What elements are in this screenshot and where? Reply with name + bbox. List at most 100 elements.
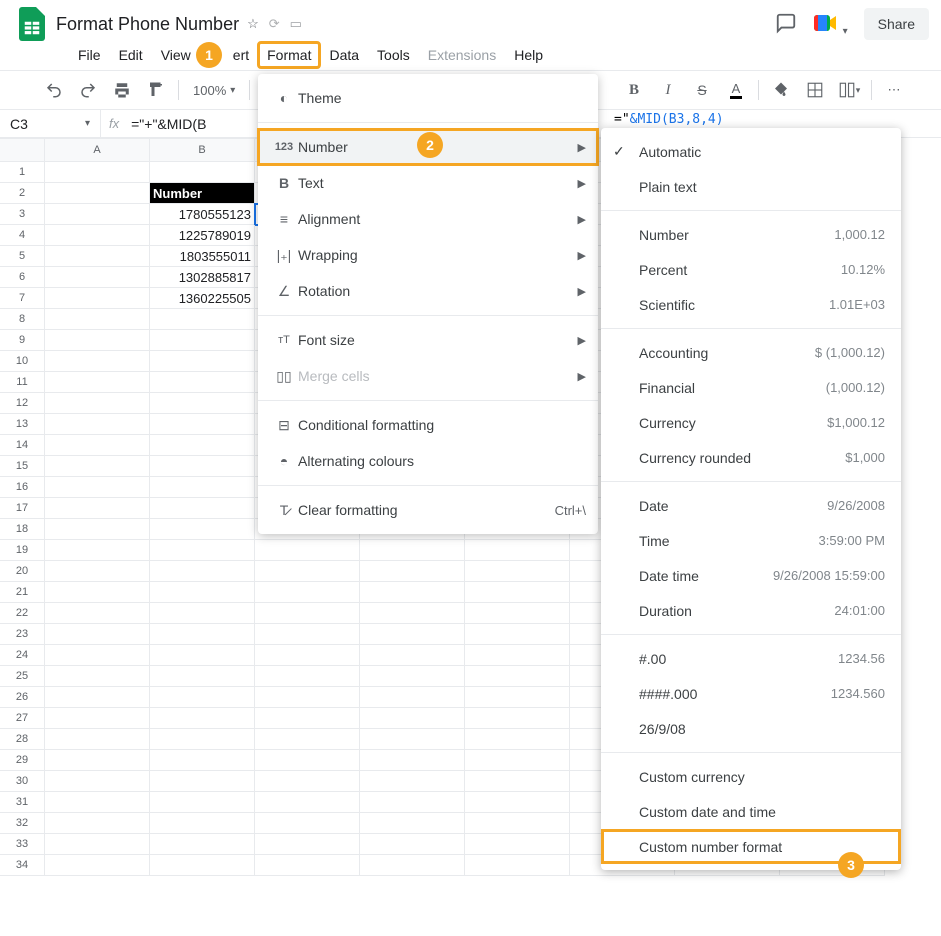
- menu-item-alternating-colours[interactable]: ◓Alternating colours: [258, 443, 598, 479]
- menu-help[interactable]: Help: [506, 43, 551, 67]
- cell[interactable]: [45, 372, 150, 393]
- number-menu-item[interactable]: Financial(1,000.12): [601, 370, 901, 405]
- menu-view[interactable]: View: [153, 43, 199, 67]
- menu-format[interactable]: Format: [259, 43, 319, 67]
- menu-item-rotation[interactable]: ∠Rotation▶: [258, 273, 598, 309]
- cell[interactable]: [150, 813, 255, 834]
- cell[interactable]: [45, 246, 150, 267]
- cell[interactable]: [360, 687, 465, 708]
- cell[interactable]: [360, 645, 465, 666]
- row-header[interactable]: 22: [0, 603, 45, 624]
- row-header[interactable]: 18: [0, 519, 45, 540]
- cell[interactable]: [465, 603, 570, 624]
- cell[interactable]: [150, 708, 255, 729]
- row-header[interactable]: 34: [0, 855, 45, 876]
- number-menu-item[interactable]: Duration24:01:00: [601, 593, 901, 628]
- menu-item-theme[interactable]: ◐Theme: [258, 80, 598, 116]
- cell[interactable]: [45, 561, 150, 582]
- cell[interactable]: [255, 855, 360, 876]
- menu-item-alignment[interactable]: ≡Alignment▶: [258, 201, 598, 237]
- menu-item-conditional-formatting[interactable]: ⊟Conditional formatting: [258, 407, 598, 443]
- row-header[interactable]: 1: [0, 162, 45, 183]
- cell[interactable]: [45, 582, 150, 603]
- number-menu-item[interactable]: ####.0001234.560: [601, 676, 901, 711]
- cell[interactable]: [465, 771, 570, 792]
- row-header[interactable]: 30: [0, 771, 45, 792]
- number-menu-item[interactable]: 26/9/08: [601, 711, 901, 746]
- cell[interactable]: [150, 393, 255, 414]
- row-header[interactable]: 26: [0, 687, 45, 708]
- cell[interactable]: [150, 582, 255, 603]
- cell[interactable]: [150, 687, 255, 708]
- share-button[interactable]: Share: [864, 8, 929, 40]
- menu-insert-partial[interactable]: ert: [225, 43, 257, 67]
- cell[interactable]: 1360225505: [150, 288, 255, 309]
- cell[interactable]: [465, 666, 570, 687]
- cell[interactable]: [150, 834, 255, 855]
- row-header[interactable]: 32: [0, 813, 45, 834]
- menu-tools[interactable]: Tools: [369, 43, 418, 67]
- redo-button[interactable]: [74, 76, 102, 104]
- document-title[interactable]: Format Phone Number: [56, 14, 239, 35]
- number-menu-item[interactable]: Percent10.12%: [601, 252, 901, 287]
- row-header[interactable]: 8: [0, 309, 45, 330]
- cell[interactable]: [45, 771, 150, 792]
- menu-item-font-size[interactable]: ᴛTFont size▶: [258, 322, 598, 358]
- row-header[interactable]: 31: [0, 792, 45, 813]
- row-header[interactable]: 6: [0, 267, 45, 288]
- row-header[interactable]: 11: [0, 372, 45, 393]
- number-menu-item[interactable]: Number1,000.12: [601, 217, 901, 252]
- row-header[interactable]: 12: [0, 393, 45, 414]
- cell[interactable]: [360, 708, 465, 729]
- name-box[interactable]: C3▾: [0, 116, 100, 132]
- cell[interactable]: [465, 582, 570, 603]
- cell[interactable]: [150, 624, 255, 645]
- row-header[interactable]: 16: [0, 477, 45, 498]
- row-header[interactable]: 4: [0, 225, 45, 246]
- star-icon[interactable]: ☆: [247, 16, 259, 32]
- cell[interactable]: [255, 834, 360, 855]
- cell[interactable]: [45, 729, 150, 750]
- row-header[interactable]: 27: [0, 708, 45, 729]
- cell[interactable]: [45, 351, 150, 372]
- menu-data[interactable]: Data: [321, 43, 367, 67]
- row-header[interactable]: 2: [0, 183, 45, 204]
- number-menu-item[interactable]: Time3:59:00 PM: [601, 523, 901, 558]
- number-menu-item[interactable]: #.001234.56: [601, 641, 901, 676]
- menu-item-clear-formatting[interactable]: T̷Clear formattingCtrl+\: [258, 492, 598, 528]
- cell[interactable]: [45, 456, 150, 477]
- column-header[interactable]: B: [150, 138, 255, 162]
- cell[interactable]: 1225789019: [150, 225, 255, 246]
- cell[interactable]: [255, 729, 360, 750]
- cell[interactable]: [45, 498, 150, 519]
- cell[interactable]: [465, 645, 570, 666]
- menu-file[interactable]: File: [70, 43, 109, 67]
- cell[interactable]: [45, 624, 150, 645]
- number-menu-item[interactable]: Plain text: [601, 169, 901, 204]
- cell[interactable]: [150, 162, 255, 183]
- row-header[interactable]: 19: [0, 540, 45, 561]
- cell[interactable]: [45, 750, 150, 771]
- italic-button[interactable]: I: [654, 76, 682, 104]
- cell[interactable]: [45, 414, 150, 435]
- sheets-logo[interactable]: [12, 4, 52, 44]
- cell[interactable]: [255, 687, 360, 708]
- row-header[interactable]: 33: [0, 834, 45, 855]
- cell[interactable]: [45, 603, 150, 624]
- menu-extensions[interactable]: Extensions: [420, 43, 504, 67]
- formula-input[interactable]: ="+"&MID(B: [127, 116, 206, 132]
- cell[interactable]: [150, 456, 255, 477]
- cell[interactable]: [150, 645, 255, 666]
- cell[interactable]: [45, 309, 150, 330]
- merge-button[interactable]: ▾: [835, 76, 863, 104]
- cell[interactable]: [150, 414, 255, 435]
- cell[interactable]: [255, 624, 360, 645]
- cell[interactable]: [150, 771, 255, 792]
- cell[interactable]: [255, 750, 360, 771]
- text-color-button[interactable]: A: [722, 76, 750, 104]
- cell[interactable]: [150, 498, 255, 519]
- row-header[interactable]: 20: [0, 561, 45, 582]
- cell[interactable]: [255, 708, 360, 729]
- row-header[interactable]: 17: [0, 498, 45, 519]
- cell[interactable]: [255, 792, 360, 813]
